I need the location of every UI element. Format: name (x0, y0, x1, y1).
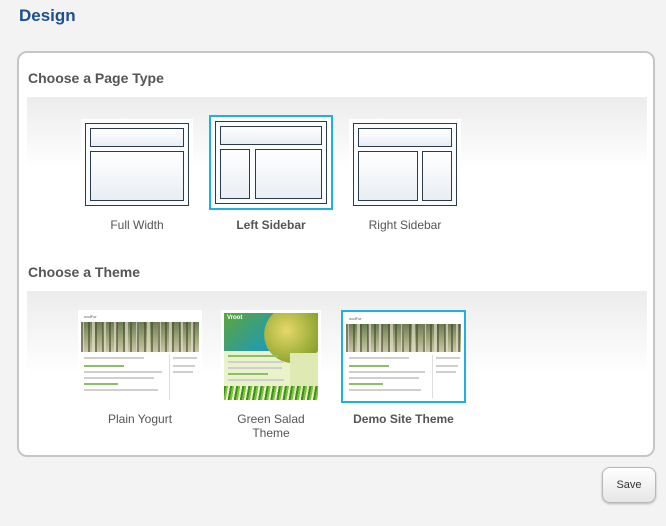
theme-plain-yogurt[interactable]: oodFor Plain Yogurt (78, 310, 202, 428)
theme-label: Green Salad Theme (237, 412, 305, 440)
page-type-heading: Choose a Page Type (28, 70, 164, 86)
theme-demo-site[interactable]: oodFor Demo Site Theme (341, 310, 466, 428)
page-type-label: Left Sidebar (236, 218, 306, 232)
page-type-label: Right Sidebar (368, 218, 442, 232)
green-salad-preview: Vroot (221, 310, 321, 403)
page-type-label: Full Width (110, 218, 164, 232)
page-type-left-sidebar[interactable]: Left Sidebar (209, 115, 333, 239)
plain-yogurt-preview: oodFor (78, 310, 202, 403)
left-sidebar-layout-icon (209, 115, 333, 210)
save-button[interactable]: Save (602, 467, 656, 503)
demo-site-preview: oodFor (341, 310, 466, 403)
full-width-layout-icon (81, 119, 193, 210)
page-title: Design (19, 6, 76, 25)
theme-green-salad[interactable]: Vroot Green Salad Theme (221, 310, 321, 440)
theme-label: Demo Site Theme (353, 412, 454, 426)
theme-label: Plain Yogurt (107, 412, 173, 426)
design-panel: Choose a Page Type Full Width Left Sideb… (17, 51, 655, 457)
right-sidebar-layout-icon (349, 119, 461, 210)
page-type-right-sidebar[interactable]: Right Sidebar (349, 119, 461, 239)
theme-heading: Choose a Theme (28, 264, 141, 280)
page-type-full-width[interactable]: Full Width (81, 119, 193, 239)
